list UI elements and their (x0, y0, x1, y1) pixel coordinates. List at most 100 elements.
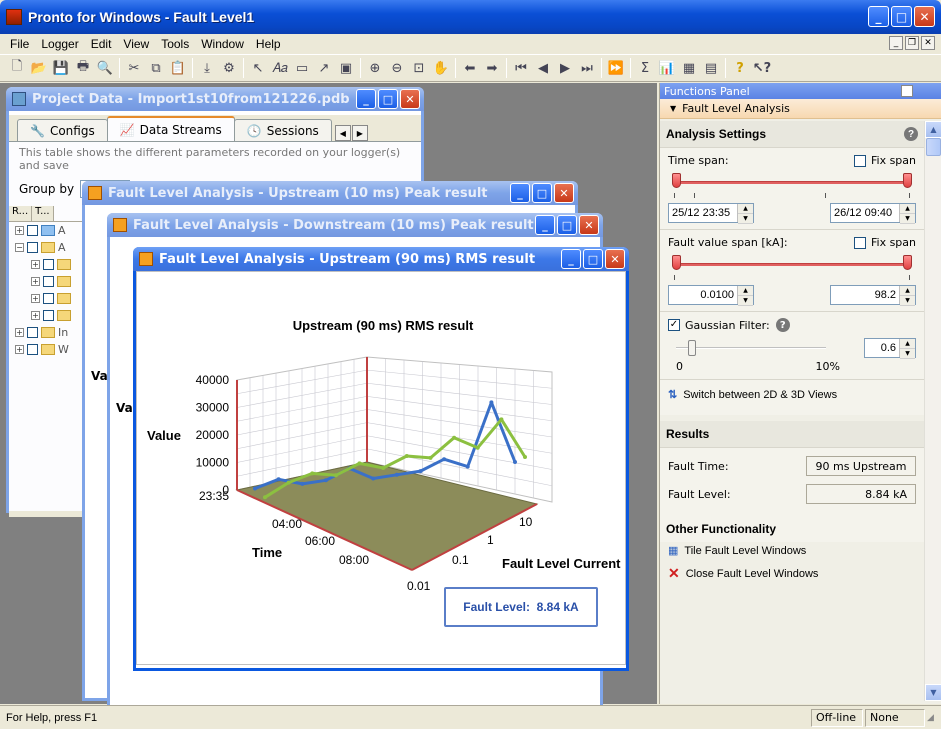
mdi-restore-button[interactable]: ❐ (905, 36, 919, 50)
tree-checkbox[interactable] (43, 310, 54, 321)
time-start-spinner[interactable]: 25/12 23:35 ▲ ▼ (668, 203, 754, 224)
spinner-arrows[interactable]: ▲ ▼ (899, 339, 915, 359)
tree-checkbox[interactable] (27, 225, 38, 236)
menu-view[interactable]: View (117, 37, 155, 51)
close-button[interactable]: ✕ (605, 249, 625, 269)
print-preview-icon[interactable]: 🔍 (94, 57, 116, 79)
print-icon[interactable]: 🖶 (72, 57, 94, 79)
fast-forward-icon[interactable]: ⏩ (605, 57, 627, 79)
fault-level-analysis-section[interactable]: ▼ Fault Level Analysis (660, 99, 941, 119)
expand-icon[interactable]: + (31, 294, 40, 303)
pan-hand-icon[interactable]: ✋ (430, 57, 452, 79)
menu-edit[interactable]: Edit (85, 37, 118, 51)
minimize-button[interactable]: _ (868, 6, 889, 27)
scroll-thumb[interactable] (926, 138, 941, 156)
up-arrow-icon[interactable]: ▲ (738, 286, 753, 296)
table-icon[interactable]: ▦ (678, 57, 700, 79)
gaussian-slider[interactable] (676, 340, 826, 356)
tab-data-streams[interactable]: 📈 Data Streams (106, 116, 235, 141)
range-end-handle[interactable] (903, 173, 912, 188)
next-icon[interactable]: ▶ (554, 57, 576, 79)
arrow-icon[interactable]: ↗ (313, 57, 335, 79)
back-arrow-icon[interactable]: ⬅ (459, 57, 481, 79)
expand-icon[interactable]: + (31, 277, 40, 286)
mdi-close-button[interactable]: ✕ (921, 36, 935, 50)
tree-checkbox[interactable] (43, 293, 54, 304)
minimize-button[interactable]: _ (535, 215, 555, 235)
fault-min-spinner[interactable]: 0.0100 ▲ ▼ (668, 285, 754, 306)
expand-icon[interactable]: + (31, 260, 40, 269)
expand-icon[interactable]: + (15, 328, 24, 337)
project-close-button[interactable]: ✕ (400, 89, 420, 109)
switch-2d-3d-link[interactable]: ⇅ Switch between 2D & 3D Views (660, 382, 924, 407)
pointer-icon[interactable]: ↖ (247, 57, 269, 79)
help-icon[interactable]: ? (904, 127, 918, 141)
project-data-titlebar[interactable]: Project Data - Import1st10from121226.pdb… (6, 87, 424, 111)
first-icon[interactable]: ⏮ (510, 57, 532, 79)
expand-icon[interactable]: + (31, 311, 40, 320)
range-end-handle[interactable] (903, 255, 912, 270)
sum-icon[interactable]: Σ (634, 57, 656, 79)
project-maximize-button[interactable]: □ (378, 89, 398, 109)
chart-icon[interactable]: 📊 (656, 57, 678, 79)
time-end-spinner[interactable]: 26/12 09:40 ▲ ▼ (830, 203, 916, 224)
up-arrow-icon[interactable]: ▲ (900, 339, 915, 349)
grid-icon[interactable]: ▤ (700, 57, 722, 79)
maximize-button[interactable]: □ (891, 6, 912, 27)
help-icon[interactable]: ? (729, 57, 751, 79)
paste-icon[interactable]: 📋 (167, 57, 189, 79)
up-arrow-icon[interactable]: ▲ (738, 204, 753, 214)
slider-handle[interactable] (688, 340, 696, 356)
menu-file[interactable]: File (4, 37, 35, 51)
save-icon[interactable]: 💾 (50, 57, 72, 79)
upstream-90ms-titlebar[interactable]: Fault Level Analysis - Upstream (90 ms) … (133, 247, 629, 271)
tree-checkbox[interactable] (43, 259, 54, 270)
fault-range-slider[interactable] (672, 255, 912, 275)
resize-grip-icon[interactable]: ◢ (927, 713, 941, 723)
spinner-arrows[interactable]: ▲ ▼ (899, 286, 915, 306)
image-icon[interactable]: ▣ (335, 57, 357, 79)
help-icon[interactable]: ? (775, 318, 790, 332)
collapse-icon[interactable]: − (15, 243, 24, 252)
tab-sessions[interactable]: 🕓 Sessions (233, 119, 332, 141)
time-end-value[interactable]: 26/12 09:40 (831, 204, 899, 222)
previous-icon[interactable]: ◀ (532, 57, 554, 79)
menu-window[interactable]: Window (195, 37, 250, 51)
fix-fault-span-checkbox[interactable]: Fix span (853, 236, 916, 249)
range-start-handle[interactable] (672, 173, 681, 188)
maximize-button[interactable]: □ (532, 183, 552, 203)
tile-windows-link[interactable]: ▦ Tile Fault Level Windows (660, 542, 924, 559)
label-icon[interactable]: ▭ (291, 57, 313, 79)
tab-scroll-left-icon[interactable]: ◀ (334, 125, 351, 141)
fix-time-span-checkbox[interactable]: Fix span (853, 154, 916, 167)
close-windows-link[interactable]: ✕ Close Fault Level Windows (660, 559, 924, 588)
copy-icon[interactable]: ⧉ (145, 57, 167, 79)
down-arrow-icon[interactable]: ▼ (738, 214, 753, 224)
close-button[interactable]: ✕ (554, 183, 574, 203)
minimize-button[interactable]: _ (561, 249, 581, 269)
time-start-value[interactable]: 25/12 23:35 (669, 204, 737, 222)
zoom-fit-icon[interactable]: ⊡ (408, 57, 430, 79)
forward-arrow-icon[interactable]: ➡ (481, 57, 503, 79)
close-button[interactable]: ✕ (579, 215, 599, 235)
tree-checkbox[interactable] (27, 327, 38, 338)
text-icon[interactable]: 𝐴𝑎 (269, 57, 291, 79)
scroll-down-icon[interactable]: ▼ (925, 684, 941, 701)
tree-checkbox[interactable] (27, 344, 38, 355)
gaussian-value[interactable]: 0.6 (865, 339, 899, 357)
gaussian-filter-checkbox[interactable]: ✓ Gaussian Filter: (668, 319, 770, 332)
tree-checkbox[interactable] (27, 242, 38, 253)
maximize-button[interactable]: □ (583, 249, 603, 269)
fault-max-spinner[interactable]: 98.2 ▲ ▼ (830, 285, 916, 306)
mdi-minimize-button[interactable]: _ (889, 36, 903, 50)
context-help-icon[interactable]: ↖? (751, 57, 773, 79)
expand-icon[interactable]: + (15, 345, 24, 354)
zoom-out-icon[interactable]: ⊖ (386, 57, 408, 79)
down-arrow-icon[interactable]: ▼ (900, 214, 915, 224)
close-button[interactable]: ✕ (914, 6, 935, 27)
functions-scrollbar[interactable]: ▲ ▼ (924, 121, 941, 701)
tree-header-r[interactable]: R... (9, 206, 33, 221)
range-start-handle[interactable] (672, 255, 681, 270)
down-arrow-icon[interactable]: ▼ (900, 296, 915, 306)
zoom-in-icon[interactable]: ⊕ (364, 57, 386, 79)
